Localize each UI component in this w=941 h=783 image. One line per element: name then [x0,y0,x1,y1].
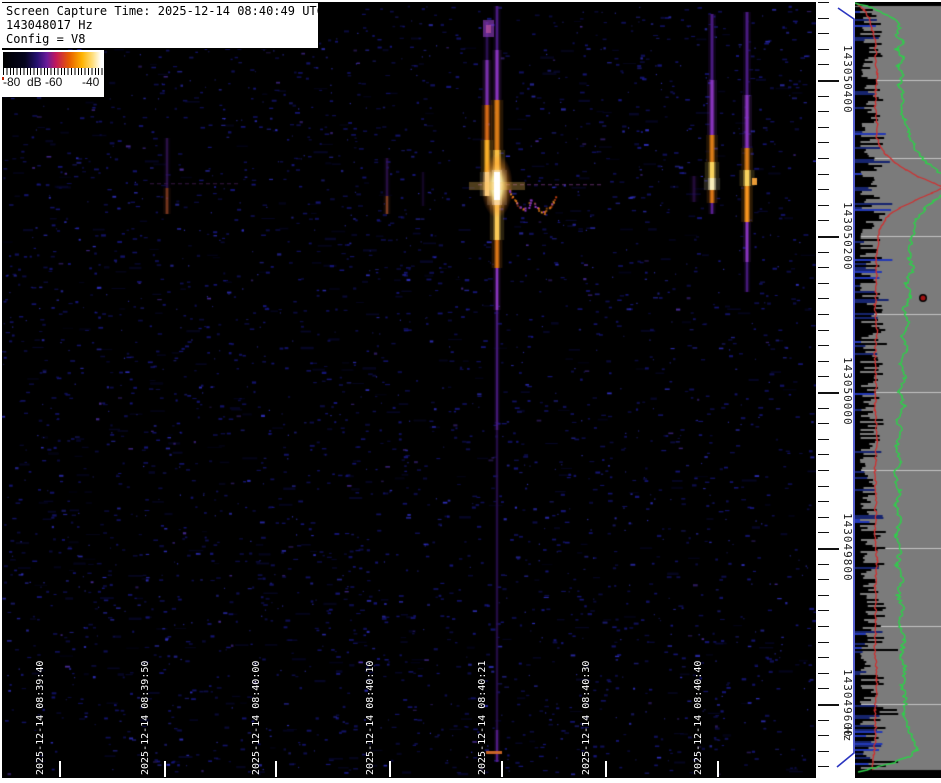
ruler-minor-tick [818,158,829,159]
frequency-label: 143050200 [841,202,854,271]
ruler-minor-tick [818,376,829,377]
time-tick [389,761,391,777]
ruler-minor-tick [818,220,829,221]
ruler-minor-tick [818,174,829,175]
frequency-label: 143050400 [841,45,854,114]
db-color-scale: -80 dB-60 -40 [2,50,104,97]
frequency-label: 143050000 [841,357,854,426]
ruler-minor-tick [818,49,829,50]
legend-label: dB [27,75,42,89]
time-label: 2025-12-14 08:40:00 [251,661,263,775]
ruler-minor-tick [818,501,829,502]
ruler-minor-tick [818,766,829,767]
ruler-major-tick [818,704,839,706]
ruler-minor-tick [818,345,829,346]
time-tick [164,761,166,777]
ruler-minor-tick [818,408,829,409]
ruler-minor-tick [818,673,829,674]
capture-time-text: Screen Capture Time: 2025-12-14 08:40:49… [6,4,314,18]
ruler-minor-tick [818,64,829,65]
config-text: Config = V8 [6,32,314,46]
ruler-minor-tick [818,657,829,658]
ruler-minor-tick [818,314,829,315]
ruler-minor-tick [818,33,829,34]
ruler-major-tick [818,236,839,238]
frequency-label: 143049800 [841,513,854,582]
ruler-minor-tick [818,298,829,299]
ruler-minor-tick [818,688,829,689]
legend-label: -40 [82,75,99,89]
ruler-major-tick [818,80,839,82]
ruler-minor-tick [818,532,829,533]
time-label: 2025-12-14 08:40:21 [477,661,489,775]
window-border-left [0,0,2,783]
ruler-minor-tick [818,96,829,97]
ruler-minor-tick [818,454,829,455]
ruler-minor-tick [818,330,829,331]
time-label: 2025-12-14 08:39:50 [140,661,152,775]
ruler-minor-tick [818,2,829,3]
ruler-minor-tick [818,142,829,143]
ruler-minor-tick [818,252,829,253]
time-label: 2025-12-14 08:40:30 [581,661,593,775]
color-gradient-bar [3,52,103,68]
legend-label: -60 [45,75,62,89]
ruler-minor-tick [818,18,829,19]
ruler-minor-tick [818,470,829,471]
ruler-minor-tick [818,517,829,518]
time-label: 2025-12-14 08:39:40 [35,661,47,775]
ruler-minor-tick [818,486,829,487]
ruler-minor-tick [818,205,829,206]
ruler-minor-tick [818,127,829,128]
time-label: 2025-12-14 08:40:10 [365,661,377,775]
time-tick [275,761,277,777]
ruler-minor-tick [818,111,829,112]
ruler-minor-tick [818,720,829,721]
ruler-minor-tick [818,283,829,284]
window-border-bottom [0,778,941,783]
ruler-major-tick [818,392,839,394]
frequency-unit-label: Hz [841,727,854,742]
capture-info-box: Screen Capture Time: 2025-12-14 08:40:49… [1,2,319,49]
time-tick [717,761,719,777]
ruler-minor-tick [818,626,829,627]
ruler-minor-tick [818,735,829,736]
color-scale-ticks [3,68,103,75]
time-label: 2025-12-14 08:40:40 [693,661,705,775]
time-tick [59,761,61,777]
ruler-minor-tick [818,189,829,190]
ruler-minor-tick [818,439,829,440]
ruler-minor-tick [818,267,829,268]
ruler-minor-tick [818,595,829,596]
window-border-top [0,0,941,2]
ruler-minor-tick [818,361,829,362]
spectrum-side-panel [855,0,941,783]
center-frequency-text: 143048017 Hz [6,18,314,32]
legend-label: -80 [3,75,20,89]
ruler-major-tick [818,548,839,550]
time-tick [605,761,607,777]
ruler-minor-tick [818,579,829,580]
ruler-minor-tick [818,564,829,565]
ruler-minor-tick [818,610,829,611]
time-tick [501,761,503,777]
ruler-minor-tick [818,642,829,643]
screen-capture-root: 2025-12-14 08:39:40 2025-12-14 08:39:50 20… [0,0,941,783]
ruler-minor-tick [818,751,829,752]
ruler-minor-tick [818,423,829,424]
